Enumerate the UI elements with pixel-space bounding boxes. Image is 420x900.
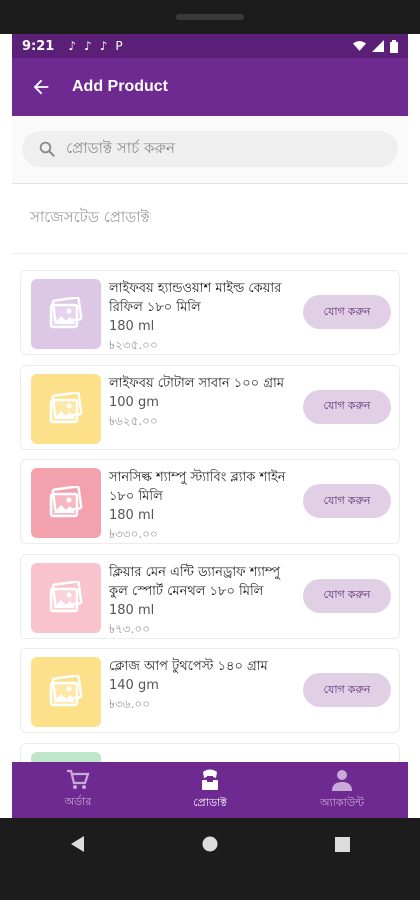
product-price: ৳২৩৫.০০ <box>109 338 158 352</box>
product-quantity: 180 ml <box>109 319 155 334</box>
product-name: লাইফবয় হ্যান্ডওয়াশ মাইল্ড কেয়ার রিফিল… <box>109 281 282 315</box>
nav-item-products[interactable]: প্রোডাক্ট <box>144 762 276 818</box>
product-price: ৳৩৬.০০ <box>109 697 151 711</box>
content-area: প্রোডাক্ট সার্চ করুন সাজেসটেড প্রোডাক্ট … <box>12 116 408 762</box>
product-quantity: 100 gm <box>109 394 159 410</box>
product-quantity: 180 ml <box>109 508 155 523</box>
device-bezel-top <box>0 0 420 34</box>
back-arrow-icon[interactable] <box>30 76 52 98</box>
product-price: ৳৭৩.০০ <box>109 621 151 636</box>
product-info: লাইফবয় টোটাল সাবান ১০০ গ্রাম 100 gm ৳৬২… <box>109 374 295 433</box>
product-card-partial <box>20 742 400 762</box>
page-title: Add Product <box>72 78 168 95</box>
product-card: লাইফবয় টোটাল সাবান ১০০ গ্রাম 100 gm ৳৬২… <box>20 364 400 450</box>
music-notification-icon: ♪ <box>68 39 77 53</box>
product-thumbnail <box>31 468 101 538</box>
product-info: সানসিল্ক শ্যাম্পু স্ট্যাবিং ব্ল্যাক শাইন… <box>109 468 295 546</box>
add-product-button[interactable]: যোগ করুন <box>303 295 391 329</box>
product-quantity: 180 ml <box>109 602 155 618</box>
system-navigation-bar <box>12 818 408 870</box>
product-info: লাইফবয় হ্যান্ডওয়াশ মাইল্ড কেয়ার রিফিল… <box>109 279 295 357</box>
image-placeholder-icon <box>49 580 83 612</box>
product-thumbnail <box>31 562 101 633</box>
product-card: ক্লিয়ার মেন এন্টি ড্যানড্রাফ শ্যাম্পু ক… <box>20 553 400 641</box>
product-info: ক্লিয়ার মেন এন্টি ড্যানড্রাফ শ্যাম্পু ক… <box>109 563 295 641</box>
music-notification-icon: ♪ <box>99 39 108 53</box>
system-recents-icon[interactable] <box>334 836 350 852</box>
app-bar: Add Product <box>12 58 408 116</box>
product-price: ৳৩৩০.০০ <box>109 527 158 541</box>
search-icon <box>39 141 55 157</box>
product-name: ক্লিয়ার মেন এন্টি ড্যানড্রাফ শ্যাম্পু ক… <box>109 564 281 599</box>
status-bar: 9:21 ♪ ♪ ♪ P <box>12 34 408 58</box>
system-back-icon[interactable] <box>70 836 86 852</box>
cart-icon <box>67 769 90 789</box>
add-product-button[interactable]: যোগ করুন <box>303 484 391 518</box>
nav-item-orders[interactable]: অর্ডার <box>12 762 144 818</box>
search-input[interactable]: প্রোডাক্ট সার্চ করুন <box>22 131 398 167</box>
wifi-icon <box>353 41 366 51</box>
battery-icon <box>390 39 398 53</box>
nav-item-account[interactable]: অ্যাকাউন্ট <box>276 762 408 818</box>
add-product-button[interactable]: যোগ করুন <box>303 578 391 613</box>
product-price: ৳৬২৫.০০ <box>109 413 158 428</box>
product-name: ক্লোজ আপ টুথপেস্ট ১৪০ গ্রাম <box>109 659 268 674</box>
music-notification-icon: ♪ <box>84 39 92 53</box>
search-container: প্রোডাক্ট সার্চ করুন <box>12 116 408 184</box>
product-card: ক্লোজ আপ টুথপেস্ট ১৪০ গ্রাম 140 gm ৳৩৬.০… <box>20 648 400 733</box>
product-card: সানসিল্ক শ্যাম্পু স্ট্যাবিং ব্ল্যাক শাইন… <box>20 459 400 544</box>
nav-label: অ্যাকাউন্ট <box>319 795 364 809</box>
nav-label: প্রোডাক্ট <box>193 795 227 809</box>
account-icon <box>332 769 352 791</box>
product-info: ক্লোজ আপ টুথপেস্ট ১৪০ গ্রাম 140 gm ৳৩৬.০… <box>109 657 295 716</box>
signal-icon <box>372 40 384 52</box>
product-quantity: 140 gm <box>109 678 159 693</box>
nav-label: অর্ডার <box>64 794 92 808</box>
product-thumbnail <box>31 373 101 444</box>
product-name: লাইফবয় টোটাল সাবান ১০০ গ্রাম <box>109 375 284 391</box>
product-name: সানসিল্ক শ্যাম্পু স্ট্যাবিং ব্ল্যাক শাইন… <box>109 470 286 504</box>
search-placeholder: প্রোডাক্ট সার্চ করুন <box>66 138 175 157</box>
product-thumbnail <box>31 657 101 727</box>
product-thumbnail <box>31 751 101 762</box>
image-placeholder-icon <box>49 675 83 707</box>
product-thumbnail <box>31 279 101 349</box>
add-product-button[interactable]: যোগ করুন <box>303 389 391 424</box>
add-product-button[interactable]: যোগ করুন <box>303 673 391 707</box>
image-placeholder-icon <box>49 391 83 423</box>
image-placeholder-icon <box>49 486 83 518</box>
bottom-navigation: অর্ডার প্রোডাক্ট অ্যাকাউন্ট <box>12 762 408 818</box>
product-list: লাইফবয় হ্যান্ডওয়াশ মাইল্ড কেয়ার রিফিল… <box>12 254 408 762</box>
image-placeholder-icon <box>49 297 83 329</box>
system-home-icon[interactable] <box>202 836 218 852</box>
status-time: 9:21 <box>22 38 55 54</box>
app-notification-icon: P <box>115 39 123 53</box>
product-card: লাইফবয় হ্যান্ডওয়াশ মাইল্ড কেয়ার রিফিল… <box>20 270 400 355</box>
product-icon <box>202 769 218 790</box>
speaker-grille <box>176 14 244 20</box>
section-title: সাজেসটেড প্রোডাক্ট <box>12 184 408 254</box>
